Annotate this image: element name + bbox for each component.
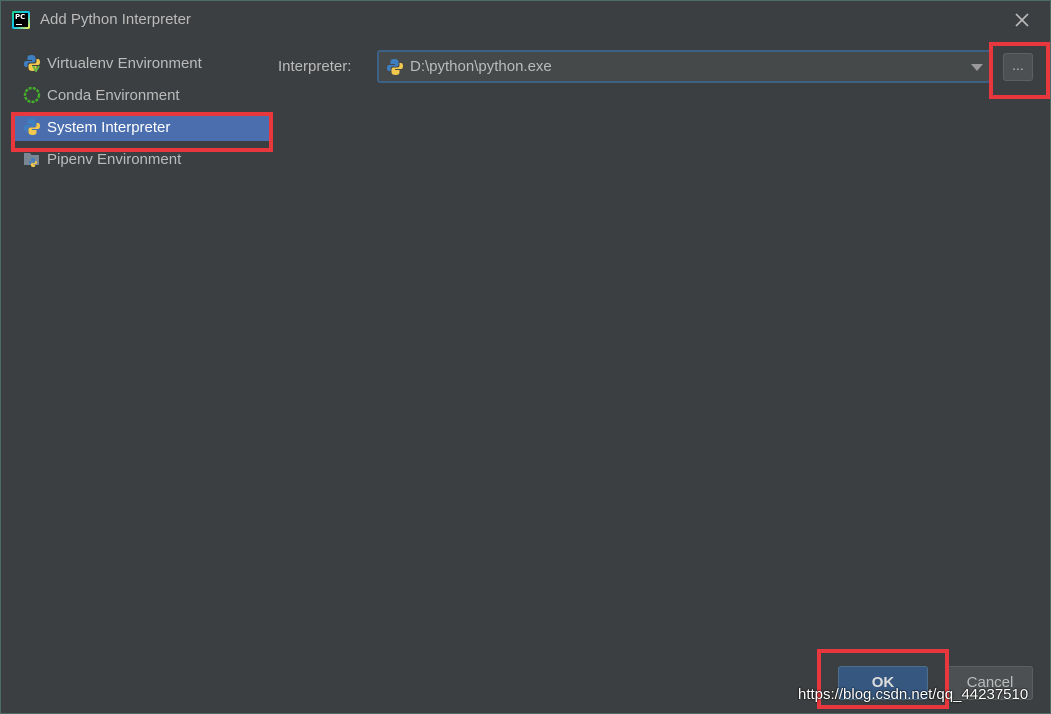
sidebar-item-label: Conda Environment xyxy=(47,86,180,104)
ok-button[interactable]: OK xyxy=(838,666,928,700)
interpreter-select[interactable]: D:\python\python.exe xyxy=(377,50,991,83)
pycharm-icon: PC xyxy=(12,11,30,29)
virtualenv-icon xyxy=(24,55,40,72)
sidebar-item-label: Pipenv Environment xyxy=(47,150,182,168)
environment-type-list: Virtualenv Environment Conda Environment… xyxy=(13,49,271,177)
sidebar-item-label: System Interpreter xyxy=(47,118,171,136)
window-title: Add Python Interpreter xyxy=(40,11,191,28)
app-icon-text: PC xyxy=(15,13,26,21)
title-bar: PC Add Python Interpreter xyxy=(1,1,1050,39)
interpreter-path-value: D:\python\python.exe xyxy=(410,58,552,75)
conda-icon xyxy=(23,86,41,104)
add-python-interpreter-dialog: PC Add Python Interpreter Virtualenv Env… xyxy=(0,0,1051,714)
browse-interpreter-button[interactable]: ... xyxy=(1003,53,1033,81)
python-icon xyxy=(24,119,40,135)
python-icon xyxy=(387,58,403,75)
pipenv-icon xyxy=(24,153,39,167)
close-button[interactable] xyxy=(1012,10,1032,30)
sidebar-item-system-interpreter[interactable]: System Interpreter xyxy=(13,113,271,141)
sidebar-item-virtualenv[interactable]: Virtualenv Environment xyxy=(13,49,271,77)
close-icon xyxy=(1015,13,1029,27)
chevron-down-icon[interactable] xyxy=(971,64,983,71)
interpreter-label: Interpreter: xyxy=(278,58,352,75)
sidebar-item-pipenv[interactable]: Pipenv Environment xyxy=(13,145,271,173)
cancel-button[interactable]: Cancel xyxy=(947,666,1033,700)
sidebar-item-label: Virtualenv Environment xyxy=(47,54,202,72)
sidebar-item-conda[interactable]: Conda Environment xyxy=(13,81,271,109)
